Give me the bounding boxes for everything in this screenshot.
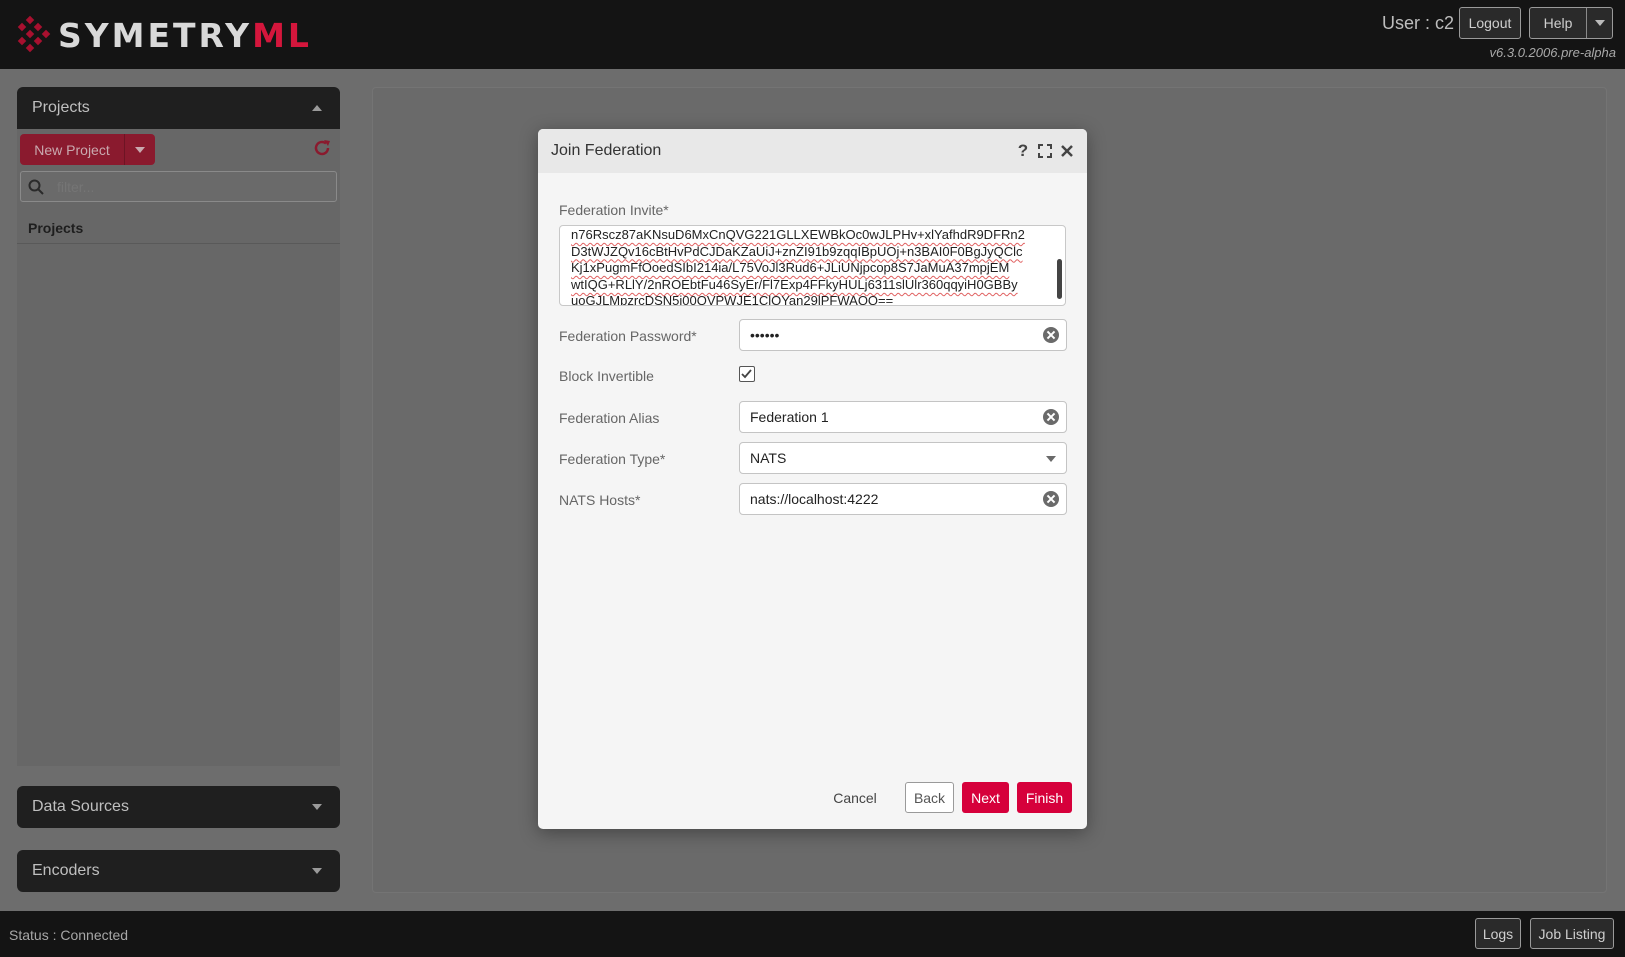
federation-type-select[interactable]: NATS [739,442,1067,474]
hosts-value: nats://localhost:4222 [750,491,879,507]
invite-label: Federation Invite* [559,202,669,218]
app-header: SYMETRYML User : c2 Logout Help v6.3.0.2… [0,0,1625,69]
invite-line: D3tWJZQv16cBtHvPdCJDaKZaUiJ+znZI91b9zqqI… [571,243,1023,259]
join-federation-dialog: Join Federation ? Federation Invite* n76… [538,129,1087,829]
data-sources-panel-header[interactable]: Data Sources [17,786,340,828]
invite-scrollbar[interactable] [1057,259,1062,299]
encoders-panel-header[interactable]: Encoders [17,850,340,892]
invite-line: n76Rscz87aKNsuD6MxCnQVG221GLLXEWBkOc0wJL… [571,227,1025,242]
block-invertible-label: Block Invertible [559,368,654,384]
projects-panel-header[interactable]: Projects [17,87,340,129]
projects-panel-title: Projects [32,99,90,116]
clear-icon[interactable] [1043,409,1059,425]
federation-alias-input[interactable]: Federation 1 [739,401,1067,433]
dialog-title: Join Federation [551,142,662,159]
data-sources-title: Data Sources [32,798,129,815]
new-project-button[interactable]: New Project [20,134,155,165]
nats-hosts-input[interactable]: nats://localhost:4222 [739,483,1067,515]
finish-button[interactable]: Finish [1017,782,1072,813]
type-value: NATS [750,450,787,466]
expand-down-icon [312,868,322,874]
dialog-header: Join Federation ? [538,129,1087,173]
app-version: v6.3.0.2006.pre-alpha [1489,45,1616,60]
clear-icon[interactable] [1043,327,1059,343]
invite-line: Kj1xPugmFfOoedSIbI214ia/L75VoJl3Rud6+JLi… [571,260,1010,276]
federation-invite-textarea[interactable]: n76Rscz87aKNsuD6MxCnQVG221GLLXEWBkOc0wJL… [559,225,1066,306]
clear-icon[interactable] [1043,491,1059,507]
expand-down-icon [312,804,322,810]
encoders-title: Encoders [32,862,100,879]
new-project-label: New Project [20,134,125,165]
close-icon[interactable] [1059,141,1075,161]
maximize-icon[interactable] [1037,141,1053,161]
federation-password-input[interactable]: •••••• [739,319,1067,351]
status-bar: Status : Connected Logs Job Listing [0,911,1625,957]
filter-input[interactable] [57,178,327,195]
search-icon [21,179,51,195]
refresh-icon[interactable] [312,138,332,158]
help-dropdown-icon[interactable] [1587,20,1612,26]
logout-button[interactable]: Logout [1459,7,1521,39]
chevron-down-icon [1046,456,1056,462]
connection-status: Status : Connected [9,927,129,943]
block-invertible-checkbox[interactable] [739,366,755,382]
collapse-up-icon [312,105,322,111]
app-logo: SYMETRYML [16,14,312,56]
checkmark-icon [741,369,752,379]
help-button[interactable]: Help [1529,7,1613,39]
help-icon[interactable]: ? [1015,141,1031,161]
dialog-tools: ? [1015,141,1075,161]
project-filter[interactable] [20,171,337,202]
cancel-button[interactable]: Cancel [830,782,880,813]
logo-mark-icon [17,15,51,53]
alias-value: Federation 1 [750,409,829,425]
logo-wordmark: SYMETRYML [58,15,312,55]
current-user-label: User : c2 [1382,13,1455,33]
invite-line: wtIQG+RLlY/2nROEbtFu46SyEr/Fl7Exp4FFkyHU… [571,276,1018,292]
help-button-label: Help [1543,15,1573,31]
type-label: Federation Type* [559,451,666,467]
logs-button[interactable]: Logs [1475,918,1521,949]
hosts-label: NATS Hosts* [559,492,641,508]
next-button[interactable]: Next [962,782,1009,813]
invite-line: uoGJLMpzrcDSN5i00QVPWJE1ClOYan29lPFWAQQ=… [571,293,894,306]
alias-label: Federation Alias [559,410,660,426]
new-project-dropdown-icon[interactable] [125,134,155,165]
password-value: •••••• [750,327,780,343]
projects-list-header: Projects [17,210,340,244]
job-listing-button[interactable]: Job Listing [1530,918,1614,949]
back-button[interactable]: Back [905,782,954,813]
password-label: Federation Password* [559,328,697,344]
